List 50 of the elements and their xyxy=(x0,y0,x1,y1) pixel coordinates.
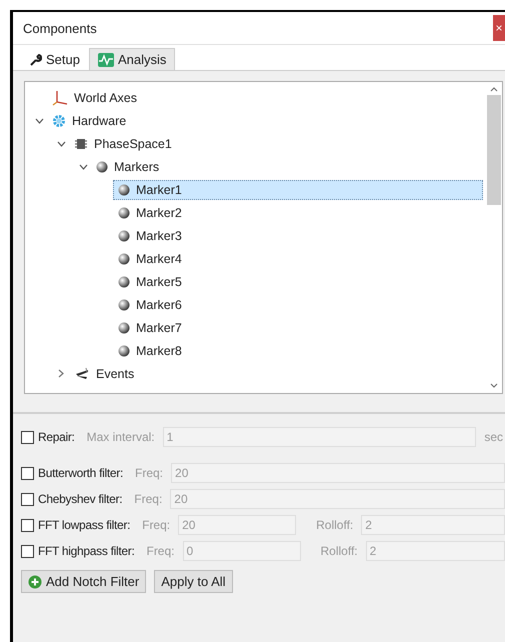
filter-checkbox[interactable]: Butterworth filter: xyxy=(21,466,123,480)
tree-item[interactable]: Marker8 xyxy=(113,340,187,360)
window-title: Components xyxy=(23,20,97,36)
action-button[interactable]: Apply to All xyxy=(154,570,233,593)
tree-item[interactable]: Events xyxy=(69,364,140,384)
sphere-icon xyxy=(118,252,130,264)
tree-item[interactable]: Marker3 xyxy=(113,226,187,246)
filter-checkbox[interactable]: Chebyshev filter: xyxy=(21,492,122,506)
filter-checkbox[interactable]: FFT lowpass filter: xyxy=(21,518,130,532)
filter-checkbox[interactable]: Repair: xyxy=(21,430,75,444)
filter-checkbox[interactable]: FFT highpass filter: xyxy=(21,544,134,558)
field-label: Rolloff: xyxy=(320,544,358,558)
tree-item[interactable]: PhaseSpace1 xyxy=(69,134,177,154)
scroll-down-icon[interactable] xyxy=(490,383,498,388)
tree-item[interactable]: Marker1 xyxy=(113,180,483,200)
sphere-icon xyxy=(118,184,130,196)
close-button[interactable]: × xyxy=(493,15,505,41)
sphere-icon xyxy=(118,298,130,310)
chip-icon xyxy=(74,136,88,150)
gear-icon xyxy=(52,114,66,128)
plus-icon xyxy=(28,574,42,588)
action-button[interactable]: Add Notch Filter xyxy=(21,570,146,593)
scrollbar-thumb[interactable] xyxy=(487,95,501,205)
tree-item[interactable]: Marker7 xyxy=(113,318,187,338)
clapper-icon xyxy=(74,366,90,380)
tab[interactable]: Analysis xyxy=(88,48,176,70)
sphere-icon xyxy=(118,206,130,218)
sphere-icon xyxy=(118,344,130,356)
axes-icon xyxy=(52,90,68,106)
wrench-icon xyxy=(30,54,42,66)
field-label: Freq: xyxy=(142,518,170,532)
tree-item[interactable]: World Axes xyxy=(47,86,142,108)
tree-item[interactable]: Marker5 xyxy=(113,272,187,292)
waveform-icon xyxy=(98,52,114,66)
tree-item[interactable]: Marker4 xyxy=(113,248,187,268)
tree-item[interactable]: Marker2 xyxy=(113,202,187,222)
field-label: Max interval: xyxy=(86,430,155,444)
sphere-icon xyxy=(118,322,130,334)
sphere-icon xyxy=(118,230,130,242)
tree-item[interactable]: Marker6 xyxy=(113,294,187,314)
field-label: Freq: xyxy=(134,492,162,506)
tree-item[interactable]: Hardware xyxy=(47,110,132,130)
field-label: Freq: xyxy=(146,544,174,558)
sphere-icon xyxy=(96,160,108,172)
scroll-up-icon[interactable] xyxy=(490,87,498,92)
field-label: Freq: xyxy=(135,466,164,480)
field-label: Rolloff: xyxy=(316,518,354,532)
unit-label: sec xyxy=(484,430,503,444)
tree-item[interactable]: Markers xyxy=(91,156,164,176)
sphere-icon xyxy=(118,276,130,288)
